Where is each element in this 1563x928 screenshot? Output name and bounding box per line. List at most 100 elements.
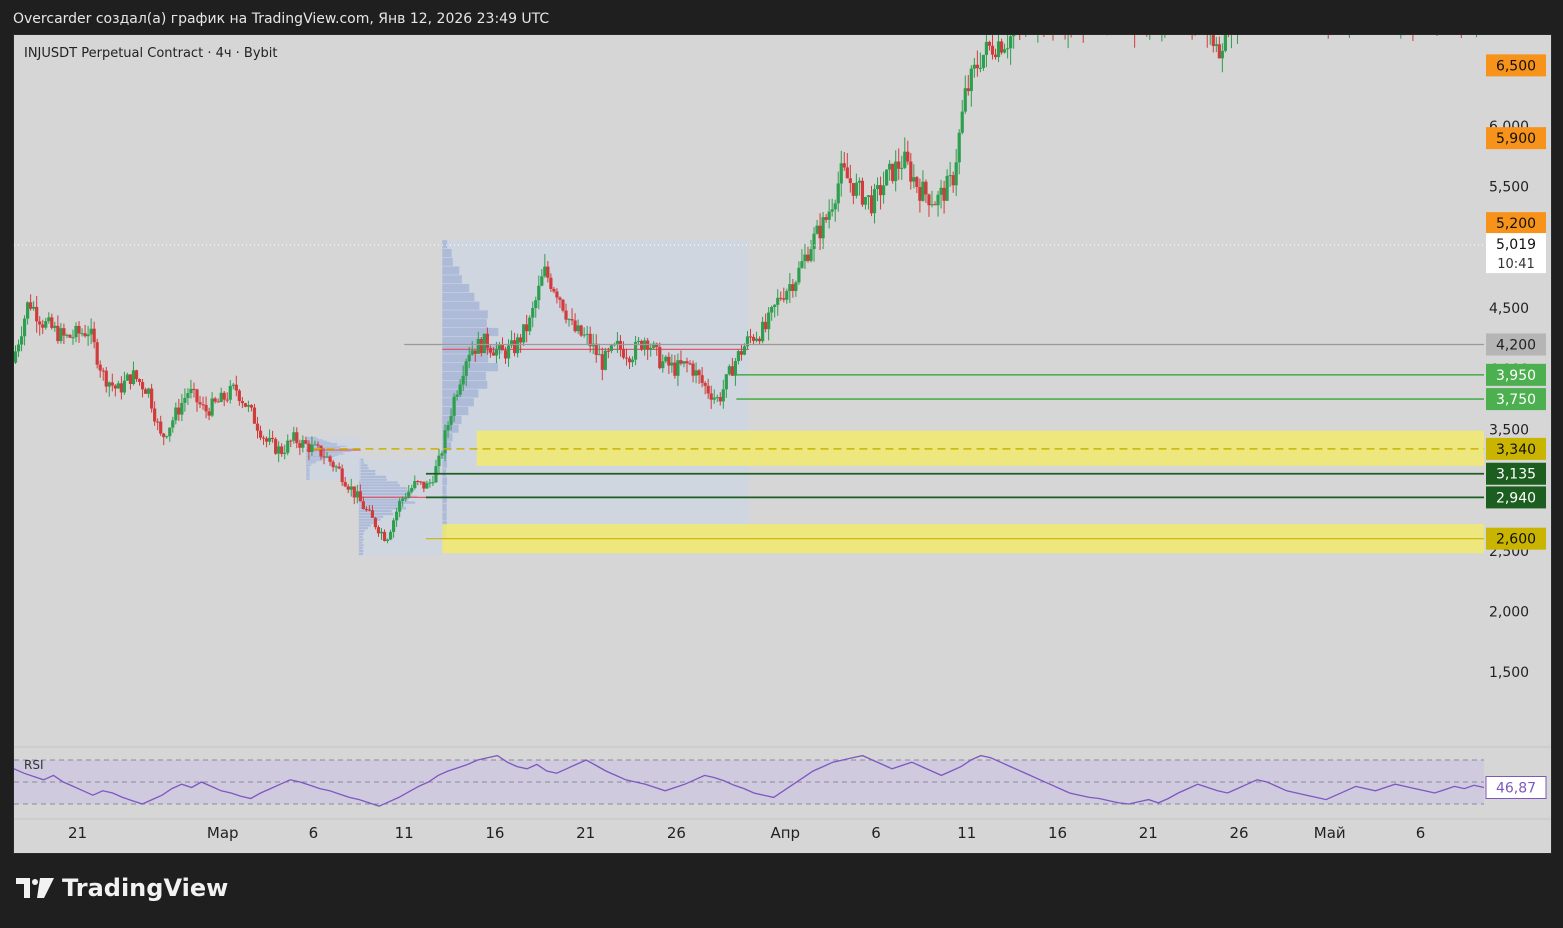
candle-body (482, 333, 486, 354)
candle-body (186, 393, 190, 398)
candle-body (295, 432, 299, 444)
candle-body (603, 350, 607, 370)
candle-body (455, 394, 459, 397)
candle-body (885, 169, 889, 186)
volume-profile-bar (306, 439, 323, 441)
volume-profile-bar (306, 479, 310, 481)
candle-body (391, 520, 396, 532)
candle-body (658, 346, 662, 369)
candle-body (703, 382, 707, 386)
candle-body (981, 54, 986, 68)
volume-profile-bar (358, 541, 363, 544)
candle-body (38, 321, 42, 325)
candle-body (213, 398, 217, 402)
candle-body (258, 430, 263, 438)
volume-profile-bar (358, 518, 381, 521)
candle-body (782, 298, 786, 300)
candle-body (667, 356, 671, 366)
candle-body (1211, 35, 1215, 46)
candle-body (26, 302, 30, 319)
candle-body (222, 392, 226, 400)
candle-body (537, 285, 541, 301)
volume-profile-bar (306, 436, 317, 438)
chart-frame[interactable]: 1,5002,0002,5003,5004,0004,5005,5006,000… (13, 34, 1552, 854)
candle-body (764, 321, 768, 330)
main-pane[interactable] (14, 35, 1487, 556)
candle-body (761, 321, 765, 342)
candle-body (972, 64, 976, 69)
volume-profile-bar (442, 494, 447, 503)
x-axis-tick-label: 16 (1048, 824, 1067, 842)
candle-body (128, 374, 133, 384)
candle-body (794, 282, 798, 291)
rsi-pane[interactable] (14, 754, 1484, 807)
candle-body (984, 41, 989, 55)
candle-body (927, 194, 931, 206)
candle-body (440, 453, 444, 456)
candle-body (32, 306, 36, 309)
candle-body (691, 363, 695, 376)
candle-body (388, 531, 393, 540)
chart-caption: Overcarder создал(а) график на TradingVi… (13, 11, 550, 27)
candle-body (328, 456, 332, 462)
candle-body (192, 388, 196, 390)
candle-body (564, 310, 568, 320)
volume-profile-bar (358, 529, 365, 533)
volume-profile-bar (442, 240, 448, 249)
candle-body (739, 351, 744, 355)
candle-body (367, 509, 372, 511)
volume-profile-bar (442, 503, 447, 512)
volume-profile-bar (442, 319, 487, 328)
candle-body (836, 183, 840, 204)
volume-profile-bar (306, 473, 310, 475)
volume-profile-bar (306, 462, 316, 464)
candle-body (921, 181, 925, 201)
candle-body (62, 328, 66, 336)
candle-body (271, 437, 275, 440)
price-level-label: 5,900 (1496, 131, 1536, 147)
candle-body (615, 340, 620, 345)
price-level-label: 3,135 (1496, 467, 1536, 483)
candle-body (234, 384, 238, 391)
candle-body (228, 385, 232, 400)
candle-body (706, 385, 710, 394)
candle-body (189, 388, 193, 394)
candle-body (92, 328, 96, 343)
candle-body (682, 361, 686, 364)
candle-body (331, 461, 335, 468)
volume-profile-bar (358, 549, 364, 553)
volume-profile-bar (442, 380, 488, 389)
candle-body (292, 432, 296, 441)
candle-body (425, 483, 429, 489)
candle-body (277, 446, 281, 454)
volume-profile-bar (306, 467, 310, 469)
candle-body (636, 340, 641, 342)
candle-body (283, 452, 287, 454)
candle-body (171, 420, 175, 428)
price-chart[interactable]: 1,5002,0002,5003,5004,0004,5005,5006,000… (14, 35, 1551, 853)
x-axis-tick-label: 6 (1416, 824, 1426, 842)
candle-body (422, 481, 426, 489)
candle-body (576, 325, 580, 332)
candle-body (543, 266, 547, 277)
price-level-label: 4,200 (1496, 337, 1536, 353)
candle-body (479, 338, 483, 354)
candle-body (773, 304, 777, 307)
candle-body (207, 411, 211, 416)
candle-body (473, 350, 477, 354)
candle-body (231, 384, 235, 386)
candle-body (56, 325, 60, 342)
x-axis-tick-label: 26 (1229, 824, 1248, 842)
tradingview-brand[interactable]: TradingView (16, 874, 228, 902)
candle-body (881, 185, 886, 196)
candle-body (364, 509, 368, 511)
volume-profile-bar (306, 443, 338, 445)
candle-body (897, 161, 901, 169)
candle-body (131, 370, 136, 384)
candle-body (431, 482, 435, 484)
candle-body (137, 379, 142, 383)
rsi-label: RSI (24, 758, 44, 772)
rsi-value-label: 46,87 (1496, 781, 1536, 797)
candle-body (316, 444, 320, 446)
candle-body (839, 163, 843, 184)
